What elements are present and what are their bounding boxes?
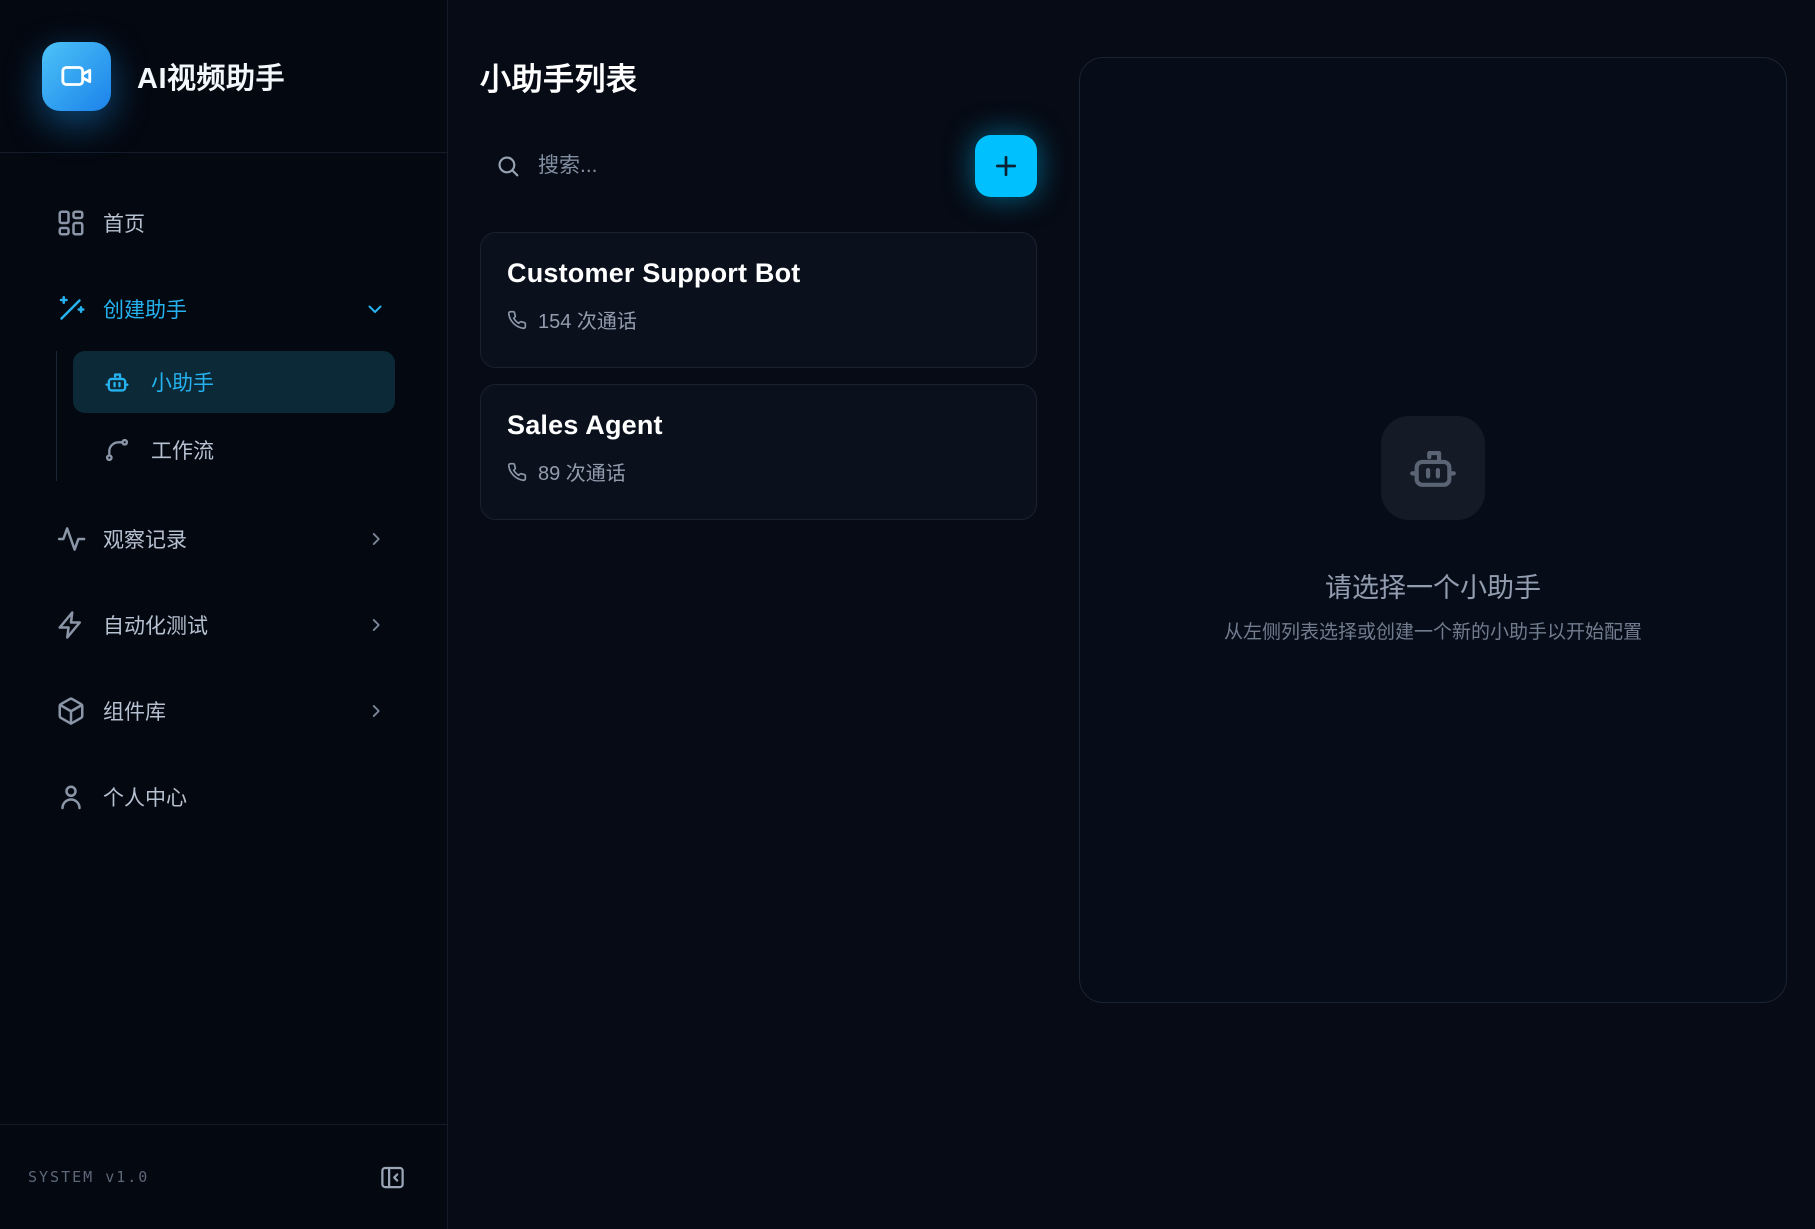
sidebar: AI视频助手 首页 xyxy=(0,0,448,1229)
chevron-right-icon xyxy=(365,614,387,636)
assistant-list-column: 小助手列表 Custo xyxy=(448,0,1079,1229)
brand-header: AI视频助手 xyxy=(0,0,447,153)
dashboard-icon xyxy=(56,208,86,238)
assistant-name: Customer Support Bot xyxy=(507,258,1010,289)
sidebar-item-assistants[interactable]: 小助手 xyxy=(73,351,395,413)
search-box xyxy=(480,153,975,179)
phone-icon xyxy=(507,462,527,482)
sidebar-footer: SYSTEM v1.0 xyxy=(0,1124,447,1229)
page-title: 小助手列表 xyxy=(480,54,1037,99)
video-camera-icon xyxy=(60,59,94,93)
zap-icon xyxy=(56,610,86,640)
app-window: AI视频助手 首页 xyxy=(0,0,1815,1229)
sidebar-item-create-assistant[interactable]: 创建助手 xyxy=(24,281,423,337)
assistant-list: Customer Support Bot 154 次通话 Sales Agent xyxy=(480,232,1037,520)
create-assistant-submenu: 小助手 工作流 xyxy=(56,351,423,481)
sidebar-item-label: 创建助手 xyxy=(103,294,187,324)
user-icon xyxy=(56,782,86,812)
sidebar-item-component-library[interactable]: 组件库 xyxy=(24,683,423,739)
call-count-label: 154 次通话 xyxy=(538,305,637,334)
assistant-call-count: 154 次通话 xyxy=(507,305,1010,334)
sidebar-item-label: 自动化测试 xyxy=(103,610,208,640)
empty-state-title: 请选择一个小助手 xyxy=(1325,566,1541,605)
sidebar-item-profile[interactable]: 个人中心 xyxy=(24,769,423,825)
sidebar-item-workflow[interactable]: 工作流 xyxy=(73,419,395,481)
panel-left-close-icon xyxy=(379,1164,406,1191)
app-title: AI视频助手 xyxy=(137,55,285,97)
empty-state-subtitle: 从左侧列表选择或创建一个新的小助手以开始配置 xyxy=(1224,617,1642,644)
sidebar-item-label: 小助手 xyxy=(151,367,214,397)
wand-sparkles-icon xyxy=(56,294,86,324)
bot-icon xyxy=(1405,440,1461,496)
sidebar-item-home[interactable]: 首页 xyxy=(24,195,423,251)
box-icon xyxy=(56,696,86,726)
system-version-label: SYSTEM v1.0 xyxy=(28,1168,149,1186)
sidebar-nav: 首页 创建助手 xyxy=(0,153,447,1124)
phone-icon xyxy=(507,310,527,330)
sidebar-item-label: 个人中心 xyxy=(103,782,187,812)
search-icon xyxy=(495,153,521,179)
add-assistant-button[interactable] xyxy=(975,135,1037,197)
sidebar-item-automated-testing[interactable]: 自动化测试 xyxy=(24,597,423,653)
assistant-card[interactable]: Sales Agent 89 次通话 xyxy=(480,384,1037,520)
chevron-down-icon xyxy=(363,297,387,321)
assistant-detail-panel: 请选择一个小助手 从左侧列表选择或创建一个新的小助手以开始配置 xyxy=(1079,57,1787,1003)
chevron-right-icon xyxy=(365,700,387,722)
bot-icon xyxy=(103,368,131,396)
app-logo xyxy=(42,42,111,111)
empty-state-icon-box xyxy=(1381,416,1485,520)
sidebar-item-label: 首页 xyxy=(103,208,145,238)
assistant-name: Sales Agent xyxy=(507,410,1010,441)
sidebar-item-label: 观察记录 xyxy=(103,524,187,554)
plus-icon xyxy=(991,151,1021,181)
sidebar-item-label: 工作流 xyxy=(151,435,214,465)
collapse-sidebar-button[interactable] xyxy=(379,1164,406,1191)
sidebar-item-observation-logs[interactable]: 观察记录 xyxy=(24,511,423,567)
workflow-spline-icon xyxy=(103,436,131,464)
activity-icon xyxy=(56,524,86,554)
sidebar-item-label: 组件库 xyxy=(103,696,166,726)
assistant-call-count: 89 次通话 xyxy=(507,457,1010,486)
search-row xyxy=(480,135,1037,197)
search-input[interactable] xyxy=(536,153,975,179)
assistant-card[interactable]: Customer Support Bot 154 次通话 xyxy=(480,232,1037,368)
call-count-label: 89 次通话 xyxy=(538,457,626,486)
chevron-right-icon xyxy=(365,528,387,550)
